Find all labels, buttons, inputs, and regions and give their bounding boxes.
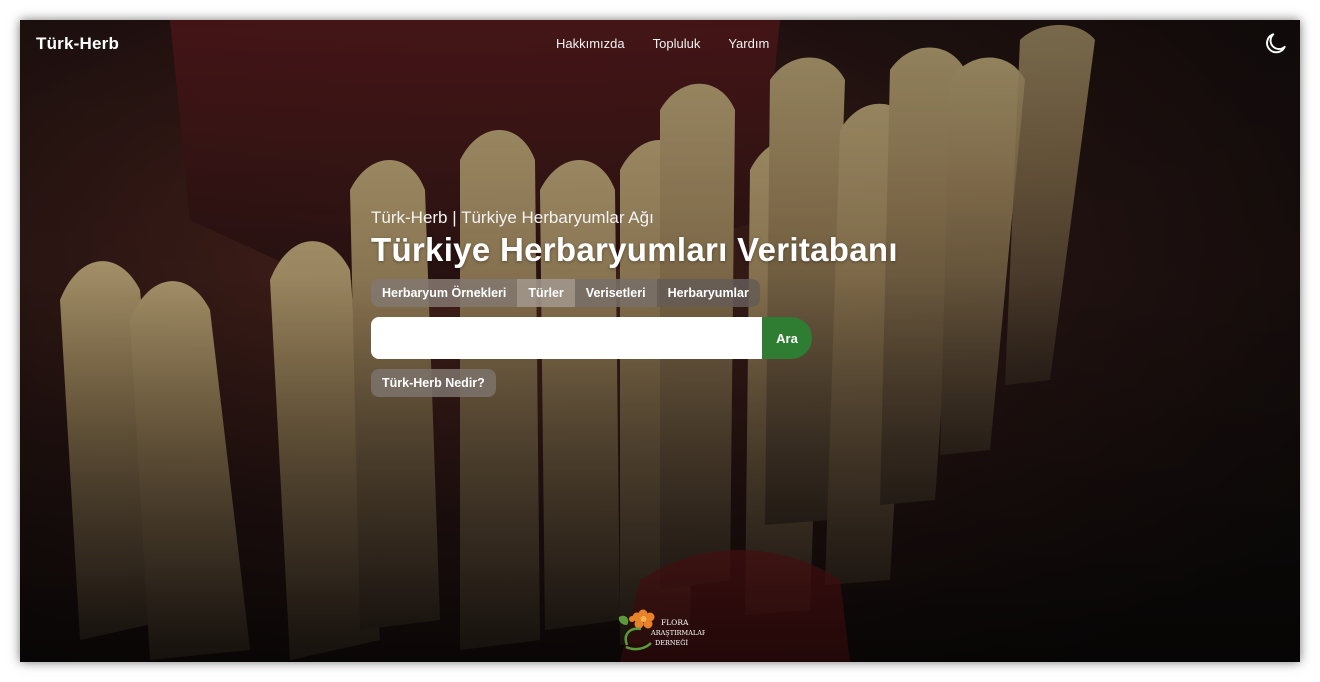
brand-logo-text[interactable]: Türk-Herb (36, 34, 119, 54)
search-scope-tabs: Herbaryum Örnekleri Türler Verisetleri H… (371, 279, 1011, 307)
search-bar: Ara (371, 317, 812, 359)
what-is-turk-herb-button[interactable]: Türk-Herb Nedir? (371, 369, 496, 397)
search-button[interactable]: Ara (762, 317, 812, 359)
leaf-icon (618, 615, 629, 625)
nav-item-hakkimizda[interactable]: Hakkımızda (556, 36, 625, 51)
page-title: Türkiye Herbaryumları Veritabanı (371, 231, 898, 268)
flower-icon (629, 609, 655, 629)
flora-logo[interactable]: FLORA ARAŞTIRMALARI DERNEĞİ (615, 605, 705, 655)
logo-line-1: FLORA (661, 618, 689, 627)
tab-turler[interactable]: Türler (517, 279, 575, 307)
hero-subtitle: Türk-Herb | Türkiye Herbaryumlar Ağı (371, 208, 654, 227)
nav-item-yardim[interactable]: Yardım (728, 36, 769, 51)
tab-herbaryum-ornekleri[interactable]: Herbaryum Örnekleri (371, 279, 518, 307)
tab-verisetleri[interactable]: Verisetleri (574, 279, 657, 307)
page-window: Türk-Herb Hakkımızda Topluluk Yardım Tür… (20, 20, 1300, 662)
logo-line-2: ARAŞTIRMALARI (650, 629, 705, 637)
tab-herbaryumlar[interactable]: Herbaryumlar (656, 279, 760, 307)
hero-section: Türk-Herb | Türkiye Herbaryumlar Ağı Tür… (371, 208, 1011, 397)
top-nav: Hakkımızda Topluluk Yardım (556, 36, 797, 51)
moon-icon[interactable] (1263, 30, 1289, 56)
search-input[interactable] (371, 317, 762, 359)
nav-item-topluluk[interactable]: Topluluk (653, 36, 701, 51)
logo-line-3: DERNEĞİ (655, 638, 688, 647)
